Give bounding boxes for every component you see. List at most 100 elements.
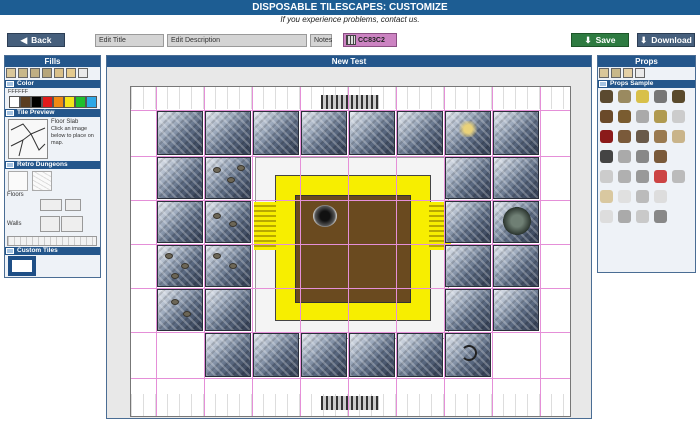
props-sample-header: Props Sample [598, 80, 695, 88]
back-button[interactable]: ◀ Back [7, 33, 65, 47]
prop-thumbnail[interactable] [618, 170, 631, 183]
prop-thumbnail[interactable] [654, 170, 667, 183]
prop-thumbnail[interactable] [618, 90, 631, 103]
prop-thumbnail[interactable] [636, 150, 649, 163]
prop-thumbnail[interactable] [654, 110, 667, 123]
app-subtitle[interactable]: If you experience problems, contact us. [0, 14, 700, 26]
color-section-header: Color [5, 80, 100, 88]
fills-panel: Fills Color FFFFFF Tile Preview Floor Sl… [4, 55, 101, 278]
retro-dungeons-header: Retro Dungeons [5, 161, 100, 169]
tile-preview-image [8, 119, 48, 159]
prop-thumbnail[interactable] [672, 170, 685, 183]
prop-thumbnail[interactable] [636, 110, 649, 123]
fills-title: Fills [5, 56, 100, 67]
prop-thumbnail[interactable] [654, 190, 667, 203]
prop-thumbnail[interactable] [636, 190, 649, 203]
arrow-down-icon: ⬇ [584, 34, 592, 45]
pit-floor [295, 195, 411, 303]
map-title: New Test [107, 56, 591, 67]
prop-thumbnail[interactable] [600, 90, 613, 103]
pencil-icon[interactable] [54, 68, 64, 78]
brush-icon[interactable] [30, 68, 40, 78]
wall-tile-thumbnail[interactable] [40, 216, 60, 232]
prop-thumbnail[interactable] [618, 110, 631, 123]
color-swatch[interactable] [53, 96, 64, 108]
prop-thumbnail[interactable] [618, 150, 631, 163]
prop-thumbnail[interactable] [636, 130, 649, 143]
prop-thumbnail[interactable] [600, 130, 613, 143]
edit-title-button[interactable]: Edit Title [95, 34, 164, 47]
color-swatch[interactable] [64, 96, 75, 108]
wand-icon[interactable] [599, 68, 609, 78]
prop-thumbnail[interactable] [600, 170, 613, 183]
edit-description-button[interactable]: Edit Description [167, 34, 307, 47]
creature-prop[interactable] [503, 207, 531, 235]
prop-thumbnail[interactable] [654, 90, 667, 103]
treasure-prop[interactable] [457, 121, 479, 137]
wall-tile-thumbnail[interactable] [61, 216, 83, 232]
grid-icon [346, 35, 356, 45]
tile-preview-name: Floor Slab [51, 119, 79, 125]
color-swatch[interactable] [42, 96, 53, 108]
eraser-icon[interactable] [635, 68, 645, 78]
color-value: FFFFFF [8, 89, 29, 95]
wall-strip-thumbnail[interactable] [7, 236, 97, 246]
prop-thumbnail[interactable] [672, 110, 685, 123]
bridge-left [254, 202, 276, 250]
color-swatch[interactable] [75, 96, 86, 108]
hand-icon[interactable] [623, 68, 633, 78]
tool-prop[interactable] [461, 345, 477, 361]
brush-icon[interactable] [611, 68, 621, 78]
walls-label: Walls [7, 221, 22, 227]
prop-thumbnail[interactable] [654, 130, 667, 143]
props-grid [600, 90, 694, 270]
prop-thumbnail[interactable] [600, 190, 613, 203]
pencil-icon[interactable] [66, 68, 76, 78]
pit-hole [313, 205, 337, 227]
map-panel: New Test [106, 55, 592, 419]
stairs-bottom [321, 396, 379, 410]
arrow-down-icon: ⬇ [640, 34, 648, 45]
tile-preview-hint: Click an image below to place on map. [51, 126, 94, 146]
notes-button[interactable]: Notes [310, 34, 332, 47]
prop-thumbnail[interactable] [600, 110, 613, 123]
fill-tool-icon[interactable] [6, 68, 16, 78]
floors-label: Floors [7, 192, 24, 198]
props-title: Props [598, 56, 695, 67]
prop-thumbnail[interactable] [636, 90, 649, 103]
color-swatch[interactable] [86, 96, 97, 108]
color-swatch[interactable] [20, 96, 31, 108]
map-canvas[interactable] [130, 86, 571, 417]
prop-thumbnail[interactable] [618, 130, 631, 143]
brush-icon[interactable] [18, 68, 28, 78]
color-swatch[interactable] [9, 96, 20, 108]
prop-thumbnail[interactable] [600, 150, 613, 163]
prop-thumbnail[interactable] [672, 90, 685, 103]
custom-tile-thumbnail[interactable] [8, 256, 36, 276]
prop-thumbnail[interactable] [618, 210, 631, 223]
prop-thumbnail[interactable] [600, 210, 613, 223]
map-color-field[interactable]: CC83C2 [343, 33, 397, 47]
stairs-top [321, 95, 379, 109]
prop-thumbnail[interactable] [654, 150, 667, 163]
prop-thumbnail[interactable] [636, 170, 649, 183]
floor-tile-thumbnail[interactable] [8, 171, 28, 191]
props-panel: Props Props Sample [597, 55, 696, 273]
color-swatch[interactable] [31, 96, 42, 108]
floor-tile-thumbnail[interactable] [32, 171, 52, 191]
prop-thumbnail[interactable] [636, 210, 649, 223]
eraser-icon[interactable] [78, 68, 88, 78]
app-title: DISPOSABLE TILESCAPES: CUSTOMIZE [0, 0, 700, 15]
prop-thumbnail[interactable] [654, 210, 667, 223]
tile-preview-header: Tile Preview [5, 109, 100, 117]
brush-icon[interactable] [42, 68, 52, 78]
download-button[interactable]: ⬇ Download [637, 33, 695, 47]
prop-thumbnail[interactable] [672, 130, 685, 143]
props-tools [599, 68, 694, 80]
fill-tools [6, 68, 99, 80]
prop-thumbnail[interactable] [618, 190, 631, 203]
wall-tile-thumbnail[interactable] [65, 199, 81, 211]
save-button[interactable]: ⬇ Save [571, 33, 629, 47]
wall-tile-thumbnail[interactable] [40, 199, 62, 211]
color-swatches [9, 96, 97, 108]
